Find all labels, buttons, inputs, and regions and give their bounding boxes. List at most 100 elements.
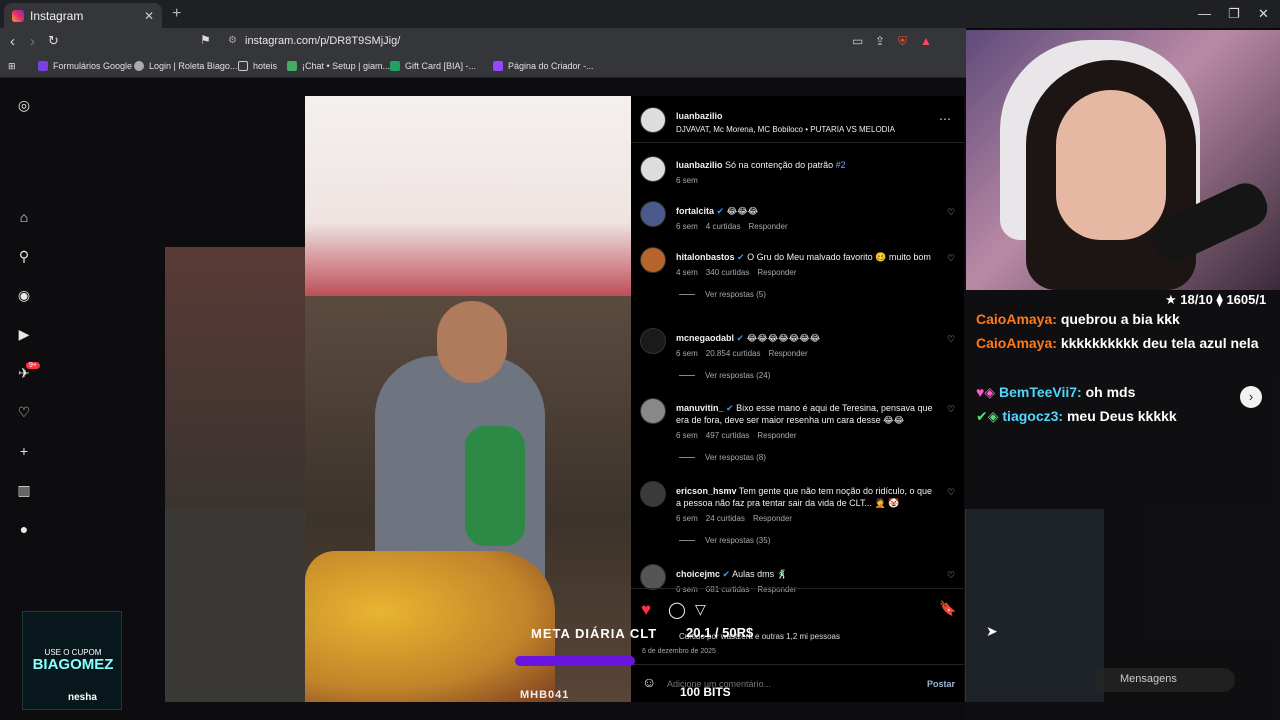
view-replies-link[interactable]: Ver respostas (35) bbox=[679, 536, 770, 545]
messages-button[interactable]: Mensagens bbox=[1095, 668, 1235, 692]
comment-like-icon[interactable]: ♡ bbox=[947, 207, 955, 218]
instagram-logo-icon[interactable]: ◎ bbox=[16, 97, 32, 113]
post-author[interactable]: luanbazilio bbox=[676, 111, 723, 121]
comment-likes[interactable]: 4 curtidas bbox=[706, 222, 741, 231]
emoji-icon[interactable]: ☺ bbox=[642, 674, 656, 690]
post-button[interactable]: Postar bbox=[927, 679, 955, 689]
comment-likes[interactable]: 24 curtidas bbox=[706, 514, 745, 523]
bookmark-item[interactable]: ¡Chat • Setup | giam... bbox=[287, 61, 390, 71]
cast-icon[interactable]: ▭ bbox=[852, 34, 863, 48]
avatar[interactable] bbox=[640, 564, 666, 590]
create-icon[interactable]: + bbox=[16, 443, 32, 459]
verified-icon: ✔ bbox=[734, 333, 745, 343]
comment-text: ericson_hsmv Tem gente que não tem noção… bbox=[676, 486, 933, 508]
avatar[interactable] bbox=[640, 247, 666, 273]
view-replies-link[interactable]: Ver respostas (8) bbox=[679, 453, 766, 462]
minimize-icon[interactable]: — bbox=[1198, 6, 1211, 21]
bookmark-item[interactable]: Login | Roleta Biago... bbox=[134, 61, 237, 71]
comment-like-icon[interactable]: ♡ bbox=[947, 334, 955, 345]
close-tab-icon[interactable]: ✕ bbox=[144, 9, 154, 23]
brave-shield-icon[interactable]: ⛨ bbox=[898, 34, 907, 49]
apps-icon[interactable]: ⊞ bbox=[8, 61, 16, 72]
view-replies-link[interactable]: Ver respostas (5) bbox=[679, 290, 766, 299]
verified-icon: ✔ bbox=[734, 252, 745, 262]
comment-like-icon[interactable]: ♡ bbox=[947, 570, 955, 581]
address-bar[interactable]: ⚙ instagram.com/p/DR8T9SMjJig/ bbox=[220, 31, 940, 53]
comment-reply[interactable]: Responder bbox=[757, 585, 796, 594]
bookmark-item[interactable]: hoteis bbox=[238, 61, 277, 71]
home-icon[interactable]: ⌂ bbox=[16, 209, 32, 225]
background-reel-thumbnail bbox=[165, 247, 305, 509]
comment-likes[interactable]: 20.854 curtidas bbox=[706, 349, 761, 358]
comment-user[interactable]: fortalcita bbox=[676, 206, 714, 216]
reel-video[interactable] bbox=[305, 96, 631, 702]
forward-icon[interactable]: › bbox=[30, 33, 35, 50]
save-icon[interactable]: 🔖 bbox=[939, 600, 956, 617]
avatar[interactable] bbox=[640, 328, 666, 354]
avatar[interactable] bbox=[640, 481, 666, 507]
comment-like-icon[interactable]: ♡ bbox=[947, 253, 955, 264]
browser-toolbar: ‹ › ↻ ⚑ ⚙ instagram.com/p/DR8T9SMjJig/ ▭… bbox=[0, 28, 966, 56]
rewards-icon[interactable]: ▲ bbox=[920, 34, 932, 48]
donation-goal: 20.1 / 50R$ bbox=[686, 625, 754, 640]
bookmarks-bar: ⊞ Formulários Google Login | Roleta Biag… bbox=[0, 56, 966, 78]
comment-reply[interactable]: Responder bbox=[769, 349, 808, 358]
comment-time: 6 sem bbox=[676, 222, 698, 231]
comment-user[interactable]: manuvitin_ bbox=[676, 403, 724, 413]
comment-user[interactable]: mcnegaodabl bbox=[676, 333, 734, 343]
comment-user[interactable]: hitalonbastos bbox=[676, 252, 735, 262]
reload-icon[interactable]: ↻ bbox=[48, 33, 59, 49]
background-reel-thumbnail bbox=[165, 509, 305, 702]
comment-meta: 4 sem 340 curtidas Responder bbox=[676, 268, 805, 277]
comment-like-icon[interactable]: ♡ bbox=[947, 487, 955, 498]
comment-icon[interactable]: ◯ bbox=[668, 600, 686, 620]
search-icon[interactable]: ⚲ bbox=[16, 248, 32, 264]
comment-likes[interactable]: 497 curtidas bbox=[706, 431, 750, 440]
browser-tab-bar: Instagram ✕ + — ❐ ✕ bbox=[0, 0, 1280, 28]
close-window-icon[interactable]: ✕ bbox=[1258, 6, 1269, 22]
site-info-icon[interactable]: ⚙ bbox=[228, 35, 237, 46]
hashtag-link[interactable]: #2 bbox=[836, 160, 846, 170]
profile-avatar[interactable]: ● bbox=[16, 521, 32, 537]
avatar[interactable] bbox=[640, 398, 666, 424]
view-replies-link[interactable]: Ver respostas (24) bbox=[679, 371, 770, 380]
browser-tab[interactable]: Instagram ✕ bbox=[4, 3, 162, 28]
globe-icon bbox=[134, 61, 144, 71]
notifications-badge: 9+ bbox=[26, 362, 40, 369]
avatar[interactable] bbox=[640, 107, 666, 133]
notifications-icon[interactable]: ♡ bbox=[16, 404, 32, 420]
umbrella-scene bbox=[305, 96, 631, 306]
new-tab-icon[interactable]: + bbox=[172, 5, 181, 23]
reels-icon[interactable]: ▶ bbox=[16, 326, 32, 342]
bookmark-icon[interactable]: ⚑ bbox=[200, 33, 211, 47]
comment-reply[interactable]: Responder bbox=[757, 431, 796, 440]
comment-likes[interactable]: 681 curtidas bbox=[706, 585, 750, 594]
more-options-icon[interactable]: ⋯ bbox=[939, 112, 951, 126]
explore-icon[interactable]: ◉ bbox=[16, 287, 32, 303]
like-icon[interactable]: ♥ bbox=[641, 600, 651, 620]
comment-like-icon[interactable]: ♡ bbox=[947, 404, 955, 415]
restore-icon[interactable]: ❐ bbox=[1228, 6, 1240, 22]
reel-overlay-text: META DIÁRIA CLT bbox=[531, 626, 658, 641]
comment-reply[interactable]: Responder bbox=[748, 222, 787, 231]
share-icon[interactable]: ▽ bbox=[695, 601, 706, 618]
share-icon[interactable]: ⇪ bbox=[875, 34, 885, 48]
dashboard-icon[interactable]: ▥ bbox=[16, 482, 32, 498]
comment-user[interactable]: ericson_hsmv bbox=[676, 486, 737, 496]
donation-progress-bar bbox=[515, 656, 635, 666]
bookmark-item[interactable]: Página do Criador -... bbox=[493, 61, 594, 71]
comment-text: choicejmc ✔ Aulas dms 🕺 bbox=[676, 569, 788, 579]
avatar[interactable] bbox=[640, 156, 666, 182]
chat-message: CaioAmaya: quebrou a bia kkk bbox=[976, 311, 1180, 327]
comment-reply[interactable]: Responder bbox=[757, 268, 796, 277]
comment-text: manuvitin_ ✔ Bixo esse mano é aqui de Te… bbox=[676, 403, 933, 425]
post-audio[interactable]: DJVAVAT, Mc Morena, MC Bobiloco • PUTARI… bbox=[676, 124, 938, 136]
next-post-arrow-icon[interactable]: › bbox=[1240, 386, 1262, 408]
bookmark-item[interactable]: Gift Card [BIA] -... bbox=[390, 61, 476, 71]
back-icon[interactable]: ‹ bbox=[10, 33, 15, 50]
comment-user[interactable]: choicejmc bbox=[676, 569, 720, 579]
comment-reply[interactable]: Responder bbox=[753, 514, 792, 523]
bookmark-item[interactable]: Formulários Google bbox=[38, 61, 132, 71]
avatar[interactable] bbox=[640, 201, 666, 227]
comment-likes[interactable]: 340 curtidas bbox=[706, 268, 750, 277]
